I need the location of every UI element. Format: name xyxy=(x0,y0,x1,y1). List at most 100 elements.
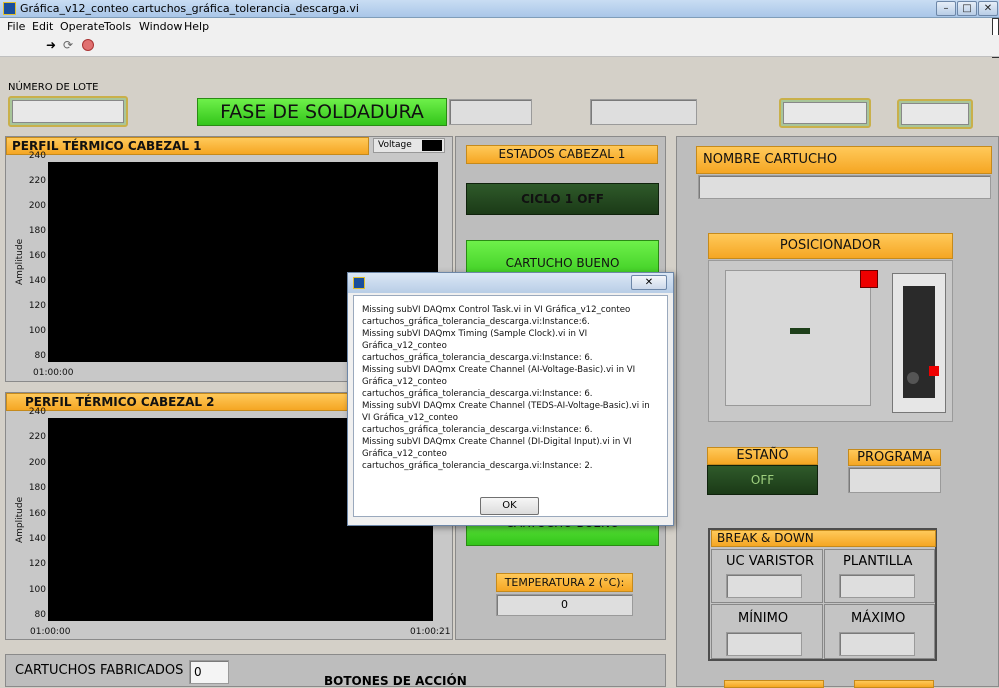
nombre-cartucho-value xyxy=(698,175,991,199)
indicator-box-1 xyxy=(779,98,871,128)
maximo-cell: MÁXIMO xyxy=(824,604,935,659)
title-bar: Gráfica_v12_conteo cartuchos_gráfica_tol… xyxy=(0,0,999,18)
graph1-y-ticks: 240 220 200 180 160 140 120 100 80 xyxy=(26,151,48,368)
cartuchos-label: CARTUCHOS FABRICADOS xyxy=(15,663,184,678)
menu-window[interactable]: Window xyxy=(139,20,182,33)
dialog-app-icon xyxy=(353,277,365,289)
fase-value-display xyxy=(449,99,532,125)
estano-label: ESTAÑO xyxy=(707,447,818,465)
y-tick-label: 160 xyxy=(28,508,46,519)
y-tick-label: 200 xyxy=(28,457,46,468)
minimo-value xyxy=(726,632,802,656)
minimo-cell: MÍNIMO xyxy=(711,604,823,659)
menu-bar: File Edit Operate Tools Window Help xyxy=(0,18,999,58)
dialog-message-line: Missing subVI DAQmx Control Task.vi in V… xyxy=(362,305,631,327)
y-tick-label: 140 xyxy=(28,276,46,286)
y-tick-label: 220 xyxy=(28,176,46,186)
labview-app-icon xyxy=(3,2,16,15)
uc-varistor-cell: UC VARISTOR xyxy=(711,549,823,603)
close-button[interactable]: ✕ xyxy=(978,1,998,16)
graph1-ylabel: Amplitude xyxy=(15,238,25,285)
error-dialog: ✕ Missing subVI DAQmx Control Task.vi in… xyxy=(347,272,674,526)
graph1-title: PERFIL TÉRMICO CABEZAL 1 xyxy=(6,137,369,155)
graph1-legend-label: Voltage xyxy=(378,140,412,150)
plantilla-label: PLANTILLA xyxy=(843,554,913,569)
minimo-label: MÍNIMO xyxy=(738,611,789,626)
uc-varistor-value xyxy=(726,574,802,598)
plantilla-value xyxy=(839,574,915,598)
y-tick-label: 180 xyxy=(28,226,46,236)
minimize-button[interactable]: – xyxy=(936,1,956,16)
menu-help[interactable]: Help xyxy=(184,20,209,33)
maximo-label: MÁXIMO xyxy=(851,611,906,626)
dialog-message-line: Missing subVI DAQmx Create Channel (TEDS… xyxy=(362,401,650,435)
menu-operate[interactable]: Operate xyxy=(60,20,105,33)
dialog-messages: Missing subVI DAQmx Control Task.vi in V… xyxy=(362,304,660,472)
botones-label: BOTONES DE ACCIÓN xyxy=(324,674,467,688)
dialog-body: Missing subVI DAQmx Control Task.vi in V… xyxy=(353,295,668,517)
menu-edit[interactable]: Edit xyxy=(32,20,53,33)
y-tick-label: 120 xyxy=(28,559,46,570)
programa-label: PROGRAMA xyxy=(848,449,941,466)
dialog-message-line: Missing subVI DAQmx Timing (Sample Clock… xyxy=(362,329,593,363)
dialog-message-line: Missing subVI DAQmx Create Channel (DI-D… xyxy=(362,437,632,471)
menu-tools[interactable]: Tools xyxy=(104,20,131,33)
y-tick-label: 220 xyxy=(28,432,46,443)
position-led xyxy=(860,270,878,288)
lote-input[interactable] xyxy=(8,96,128,127)
run-continuously-icon[interactable]: ⟳ xyxy=(63,38,73,52)
maximo-value xyxy=(839,632,915,656)
graph2-x-end: 01:00:21 xyxy=(410,627,451,637)
status-display xyxy=(590,99,697,125)
posicionador-box xyxy=(708,260,953,422)
graph1-x-start: 01:00:00 xyxy=(33,368,74,378)
window-title: Gráfica_v12_conteo cartuchos_gráfica_tol… xyxy=(20,2,359,15)
y-tick-label: 140 xyxy=(28,533,46,544)
dialog-message-line: Missing subVI DAQmx Create Channel (AI-V… xyxy=(362,365,636,399)
y-tick-label: 160 xyxy=(28,251,46,261)
estados-title: ESTADOS CABEZAL 1 xyxy=(466,145,658,164)
graph2-ylabel: Amplitude xyxy=(15,496,25,543)
uc-varistor-label: UC VARISTOR xyxy=(726,554,815,569)
y-tick-label: 100 xyxy=(28,326,46,336)
fase-indicator: FASE DE SOLDADURA xyxy=(197,98,447,126)
y-tick-label: 240 xyxy=(28,151,46,161)
y-tick-label: 120 xyxy=(28,301,46,311)
posicionador-xy-area xyxy=(725,270,871,406)
break-down-label: BREAK & DOWN xyxy=(711,530,936,547)
slider-knob[interactable] xyxy=(907,372,919,384)
break-down-group: BREAK & DOWN UC VARISTOR PLANTILLA MÍNIM… xyxy=(708,528,937,661)
graph1-legend: Voltage xyxy=(373,138,445,153)
temp2-label: TEMPERATURA 2 (°C): xyxy=(496,573,633,592)
plot-line-icon xyxy=(422,140,442,151)
ciclo-indicator: CICLO 1 OFF xyxy=(466,183,659,215)
menu-file[interactable]: File xyxy=(7,20,25,33)
y-tick-label: 100 xyxy=(28,584,46,595)
y-tick-label: 80 xyxy=(34,610,46,620)
carriage-marker xyxy=(790,328,810,334)
bottom-section: CARTUCHOS FABRICADOS 0 BOTONES DE ACCIÓN xyxy=(5,654,666,688)
vertical-slider[interactable] xyxy=(892,273,946,413)
dialog-close-button[interactable]: ✕ xyxy=(631,275,667,290)
cartuchos-value: 0 xyxy=(189,660,229,684)
posicionador-label: POSICIONADOR xyxy=(708,233,953,259)
toolbar: ➜ ⟳ xyxy=(0,35,999,57)
abort-icon[interactable] xyxy=(82,39,94,51)
estano-toggle[interactable]: OFF xyxy=(707,465,818,495)
dialog-title-bar: ✕ xyxy=(348,273,673,293)
slider-led xyxy=(929,366,939,376)
indicator-box-2 xyxy=(897,99,973,129)
temp2-value: 0 xyxy=(496,594,633,616)
y-tick-label: 240 xyxy=(28,407,46,417)
right-panel: NOMBRE CARTUCHO POSICIONADOR ESTAÑO OFF … xyxy=(676,136,999,688)
maximize-button[interactable]: □ xyxy=(957,1,977,16)
ok-button[interactable]: OK xyxy=(480,497,539,515)
y-tick-label: 180 xyxy=(28,483,46,494)
plantilla-cell: PLANTILLA xyxy=(824,549,935,603)
graph2-x-start: 01:00:00 xyxy=(30,627,71,637)
lote-label: NÚMERO DE LOTE xyxy=(8,82,99,93)
graph2-y-ticks: 240 220 200 180 160 140 120 100 80 xyxy=(26,407,48,627)
y-tick-label: 80 xyxy=(34,351,46,361)
nombre-cartucho-label: NOMBRE CARTUCHO xyxy=(696,146,992,174)
run-arrow-icon[interactable]: ➜ xyxy=(46,38,56,52)
